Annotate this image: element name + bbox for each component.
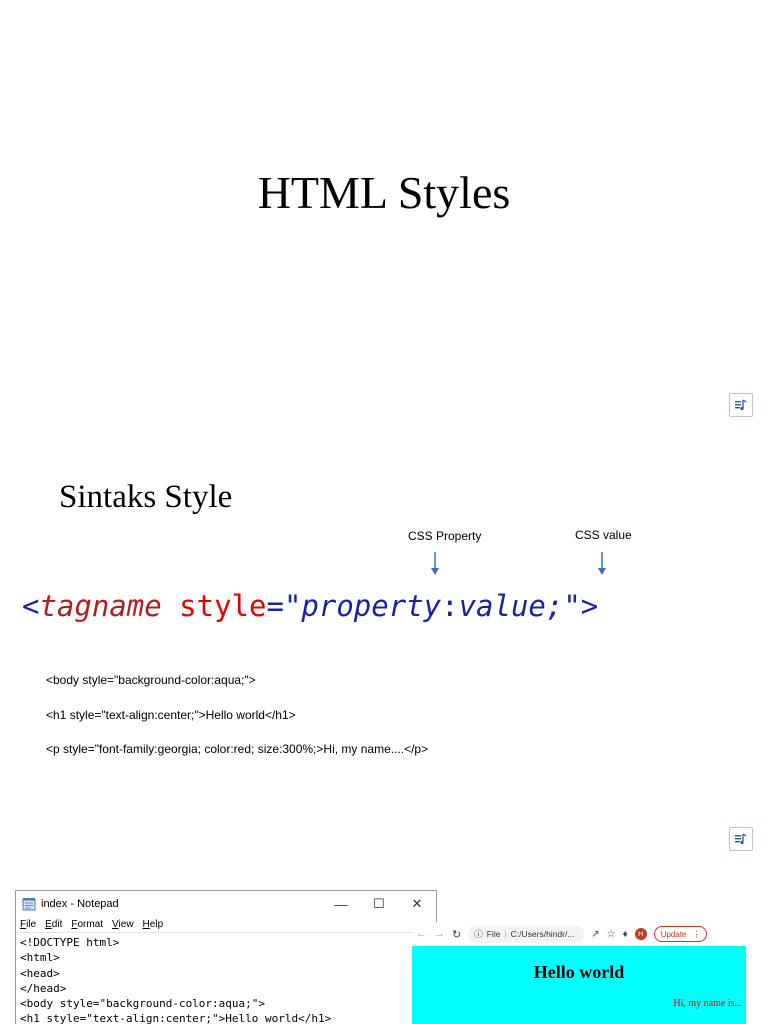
syntax-open-bracket: < <box>22 589 40 623</box>
reload-icon[interactable]: ↻ <box>452 928 461 941</box>
browser-toolbar: ← → ↻ ⓘ File | C:/Users/hindr/... ↗ ☆ ♦ … <box>412 922 746 946</box>
minimize-icon: — <box>334 896 348 912</box>
kebab-icon: ⋮ <box>692 929 701 939</box>
address-bar[interactable]: ⓘ File | C:/Users/hindr/... <box>468 925 585 943</box>
minimize-button[interactable]: — <box>322 891 360 917</box>
menu-help[interactable]: Help <box>143 917 164 932</box>
url-scheme: File <box>486 929 501 939</box>
browser-page: Hello world Hi, my name is... <box>412 946 746 1024</box>
browser-window: ← → ↻ ⓘ File | C:/Users/hindr/... ↗ ☆ ♦ … <box>412 922 746 1024</box>
avatar[interactable]: H <box>634 928 647 940</box>
menu-file[interactable]: File <box>20 917 36 932</box>
url-text: C:/Users/hindr/... <box>510 929 575 939</box>
syntax-property: property <box>301 589 442 623</box>
update-button[interactable]: Update ⋮ <box>653 926 708 942</box>
example-body: <body style="background-color:aqua;"> <box>46 673 256 687</box>
audio-button[interactable] <box>729 393 753 417</box>
menu-edit[interactable]: Edit <box>45 917 62 932</box>
notepad-icon <box>22 898 36 911</box>
arrow-down-icon <box>431 552 439 575</box>
extensions-icon[interactable]: ♦ <box>623 929 628 940</box>
example-h1: <h1 style="text-align:center;">Hello wor… <box>46 708 296 722</box>
share-icon[interactable]: ↗ <box>591 929 599 940</box>
notepad-menubar: File Edit Format View Help <box>16 917 436 933</box>
page-paragraph: Hi, my name is... <box>673 998 742 1009</box>
audio-button[interactable] <box>729 827 753 851</box>
syntax-equals: = <box>266 589 284 623</box>
syntax-value: value; <box>458 589 564 623</box>
maximize-icon: ☐ <box>373 896 385 911</box>
syntax-quote-open: " <box>283 589 302 623</box>
page-heading: Hello world <box>533 962 625 982</box>
arrow-down-icon <box>598 552 606 575</box>
css-property-annotation: CSS Property <box>408 529 482 543</box>
section-heading: Sintaks Style <box>59 479 233 515</box>
audio-icon <box>735 399 747 411</box>
update-label: Update <box>660 929 687 939</box>
syntax-tagname: tagname <box>39 589 162 623</box>
back-icon[interactable]: ← <box>416 928 427 940</box>
example-p: <p style="font-family:georgia; color:red… <box>46 742 429 756</box>
star-icon[interactable]: ☆ <box>607 929 616 940</box>
slide-title: HTML Styles <box>257 167 511 218</box>
notepad-editor[interactable]: <!DOCTYPE html> <html> <head> </head> <b… <box>16 933 436 1024</box>
audio-icon <box>735 833 747 845</box>
syntax-close-bracket: > <box>580 589 599 623</box>
notepad-titlebar: index - Notepad — ☐ ✕ <box>16 891 436 917</box>
notepad-title: index - Notepad <box>41 898 119 910</box>
syntax-attribute: style <box>179 589 267 623</box>
css-value-annotation: CSS value <box>575 528 632 542</box>
syntax-quote-close: " <box>563 589 581 623</box>
close-icon: ✕ <box>411 896 423 911</box>
syntax-colon: : <box>441 589 459 623</box>
forward-icon[interactable]: → <box>434 928 445 940</box>
info-icon: ⓘ <box>474 929 483 939</box>
maximize-button[interactable]: ☐ <box>360 891 398 917</box>
close-button[interactable]: ✕ <box>398 891 436 917</box>
syntax-line: <tagname style="property:value;"> <box>22 586 598 626</box>
menu-format[interactable]: Format <box>71 917 103 932</box>
notepad-window: index - Notepad — ☐ ✕ File Edit Format V… <box>15 890 437 1024</box>
menu-view[interactable]: View <box>112 917 134 932</box>
